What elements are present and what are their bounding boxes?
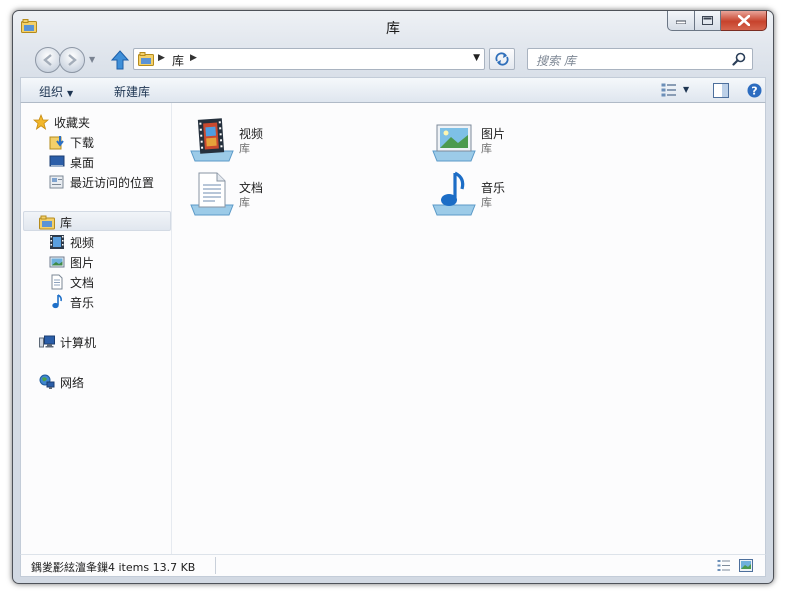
status-divider bbox=[215, 557, 216, 574]
back-button[interactable] bbox=[35, 47, 61, 73]
details-view-icon[interactable] bbox=[717, 559, 731, 572]
video-library-icon bbox=[190, 118, 234, 162]
network-icon bbox=[39, 374, 55, 389]
status-bar: 鍝夎彲絃澶夆鏁4 items 13.7 KB bbox=[20, 554, 766, 577]
nav-item-favorites[interactable]: 收藏夹 bbox=[33, 113, 90, 131]
nav-item-label: 文档 bbox=[70, 275, 95, 290]
breadcrumb-arrow-icon[interactable]: ▶ bbox=[158, 53, 165, 63]
new-library-button[interactable]: 新建库 bbox=[114, 83, 150, 100]
library-item-videos[interactable]: 视频 库 bbox=[189, 117, 389, 165]
nav-item-label: 计算机 bbox=[60, 335, 97, 350]
nav-item-label: 库 bbox=[60, 215, 73, 230]
breadcrumb-libraries[interactable]: 库 bbox=[172, 52, 184, 69]
view-options-dropdown[interactable]: ▼ bbox=[683, 85, 689, 94]
search-input[interactable]: 搜索 库 bbox=[536, 52, 576, 69]
change-view-icon[interactable] bbox=[661, 83, 677, 97]
library-item-pictures[interactable]: 图片 库 bbox=[431, 117, 631, 165]
maximize-icon bbox=[702, 16, 713, 25]
large-icons-view-icon[interactable] bbox=[739, 559, 753, 572]
address-history-dropdown[interactable]: ▼ bbox=[473, 53, 480, 63]
nav-item-videos[interactable]: 视频 bbox=[49, 233, 94, 251]
desktop-icon bbox=[49, 155, 65, 167]
nav-item-desktop[interactable]: 桌面 bbox=[49, 153, 94, 171]
window-title: 库 bbox=[386, 21, 400, 37]
maximize-button[interactable] bbox=[695, 11, 721, 31]
star-icon bbox=[33, 114, 49, 130]
nav-item-downloads[interactable]: 下载 bbox=[49, 133, 94, 151]
explorer-window: 库 ▼ ▶ 库 ▶ ▼ 搜索 库 组织 ▼ 新建库 ▼ ? 收藏夹 下载 桌面 … bbox=[12, 10, 774, 584]
refresh-icon bbox=[495, 52, 509, 66]
content-area: 收藏夹 下载 桌面 最近访问的位置 库 视频 图片 文档 音乐 计算机 网络 视… bbox=[20, 103, 766, 554]
nav-item-network[interactable]: 网络 bbox=[39, 373, 84, 391]
nav-item-label: 收藏夹 bbox=[54, 115, 91, 130]
picture-library-icon bbox=[432, 124, 476, 162]
command-bar: 组织 ▼ 新建库 ▼ ? bbox=[20, 77, 766, 103]
video-icon bbox=[50, 235, 64, 249]
status-item-count: 鍝夎彲絃澶夆鏁4 items 13.7 KB bbox=[31, 561, 196, 574]
forward-button[interactable] bbox=[59, 47, 85, 73]
document-library-icon bbox=[190, 172, 234, 216]
forward-arrow-icon bbox=[68, 54, 77, 66]
nav-item-music[interactable]: 音乐 bbox=[49, 293, 94, 311]
search-box[interactable]: 搜索 库 bbox=[527, 48, 753, 70]
recent-places-icon bbox=[49, 175, 64, 189]
minimize-button[interactable] bbox=[667, 11, 695, 31]
refresh-button[interactable] bbox=[489, 48, 515, 70]
nav-item-label: 音乐 bbox=[70, 295, 95, 310]
library-item-documents[interactable]: 文档 库 bbox=[189, 171, 389, 219]
nav-item-label: 视频 bbox=[70, 235, 95, 250]
breadcrumb-arrow-icon[interactable]: ▶ bbox=[190, 53, 197, 63]
document-icon bbox=[51, 274, 63, 290]
nav-item-documents[interactable]: 文档 bbox=[49, 273, 94, 291]
back-arrow-icon bbox=[43, 54, 52, 66]
address-bar[interactable]: ▶ 库 ▶ ▼ bbox=[133, 48, 485, 70]
nav-item-computer[interactable]: 计算机 bbox=[39, 333, 96, 351]
preview-pane-icon[interactable] bbox=[713, 83, 729, 98]
close-button[interactable] bbox=[721, 11, 767, 31]
library-folder-icon bbox=[39, 215, 55, 230]
library-item-music[interactable]: 音乐 库 bbox=[431, 171, 631, 219]
library-type: 库 bbox=[481, 142, 492, 155]
svg-text:?: ? bbox=[751, 85, 757, 98]
picture-icon bbox=[49, 256, 65, 268]
nav-item-label: 下载 bbox=[70, 135, 95, 150]
nav-item-label: 图片 bbox=[70, 255, 95, 270]
library-type: 库 bbox=[481, 196, 492, 209]
nav-item-label: 桌面 bbox=[70, 155, 95, 170]
library-type: 库 bbox=[239, 196, 250, 209]
nav-item-label: 最近访问的位置 bbox=[70, 175, 155, 190]
organize-label: 组织 bbox=[39, 85, 64, 99]
minimize-icon bbox=[676, 20, 686, 24]
chevron-down-icon: ▼ bbox=[67, 89, 74, 98]
title-bar[interactable]: 库 bbox=[13, 11, 773, 41]
up-arrow-icon[interactable] bbox=[111, 50, 129, 70]
library-type: 库 bbox=[239, 142, 250, 155]
music-note-icon bbox=[52, 294, 62, 309]
search-icon[interactable] bbox=[732, 52, 746, 66]
organize-menu[interactable]: 组织 ▼ bbox=[39, 83, 73, 100]
computer-icon bbox=[39, 335, 55, 348]
window-frame: 库 ▼ ▶ 库 ▶ ▼ 搜索 库 组织 ▼ 新建库 ▼ ? 收藏夹 下载 桌面 … bbox=[13, 11, 773, 583]
navigation-pane: 收藏夹 下载 桌面 最近访问的位置 库 视频 图片 文档 音乐 计算机 网络 bbox=[21, 103, 172, 554]
library-folder-icon bbox=[138, 52, 154, 66]
close-icon bbox=[737, 15, 750, 26]
nav-item-label: 网络 bbox=[60, 375, 85, 390]
caption-buttons bbox=[667, 11, 767, 31]
music-library-icon bbox=[432, 171, 476, 216]
nav-item-recent-places[interactable]: 最近访问的位置 bbox=[49, 173, 154, 191]
nav-item-pictures[interactable]: 图片 bbox=[49, 253, 94, 271]
recent-pages-dropdown[interactable]: ▼ bbox=[89, 55, 95, 64]
help-icon[interactable]: ? bbox=[747, 83, 762, 98]
nav-item-libraries[interactable]: 库 bbox=[39, 213, 72, 231]
downloads-icon bbox=[49, 136, 64, 150]
address-row: ▼ ▶ 库 ▶ ▼ 搜索 库 bbox=[13, 45, 773, 75]
